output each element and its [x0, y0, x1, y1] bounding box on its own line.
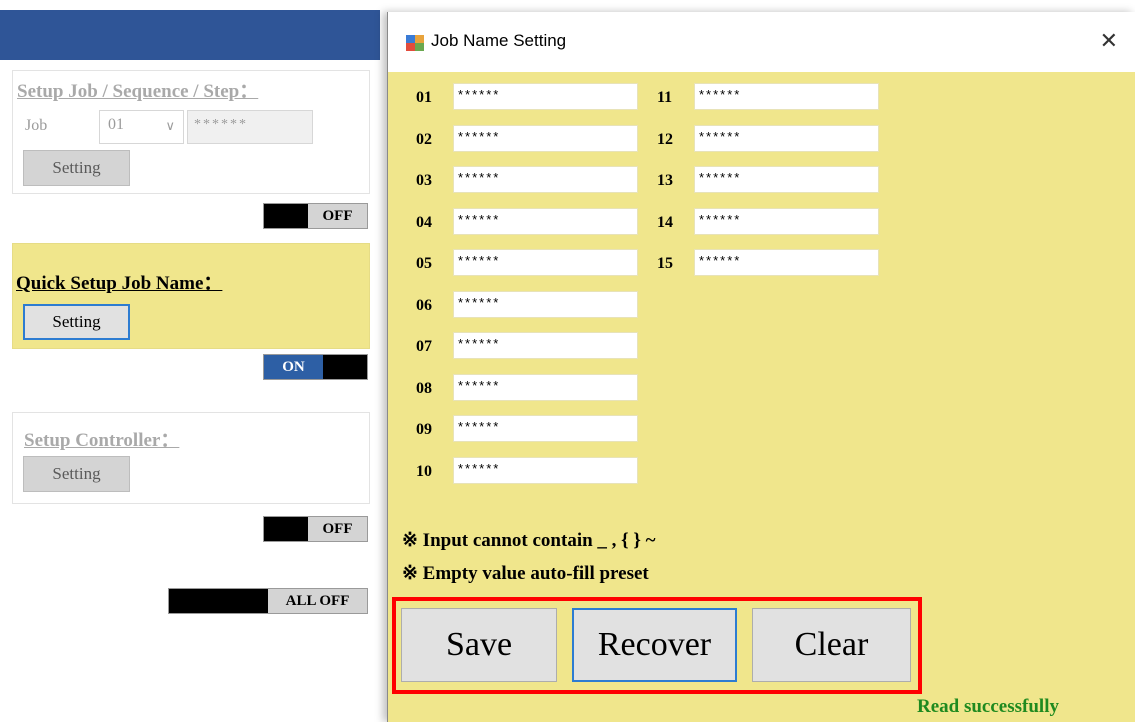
setup-job-setting-button[interactable]: Setting — [23, 150, 130, 186]
quick-setup-toggle[interactable]: ON — [263, 354, 368, 380]
job-number-label: 06 — [416, 296, 432, 314]
save-button[interactable]: Save — [401, 608, 557, 682]
job-name-input[interactable]: ****** — [694, 166, 879, 193]
dialog-title: Job Name Setting — [431, 31, 567, 50]
toggle-label: ON — [264, 355, 323, 379]
job-number-label: 15 — [657, 255, 673, 272]
job-number-label: 07 — [416, 338, 432, 355]
job-number-label: 08 — [416, 379, 432, 397]
toggle-knob — [264, 517, 308, 541]
job-name-input[interactable]: ****** — [694, 249, 879, 276]
dialog-titlebar: Job Name Setting ✕ — [388, 12, 1135, 72]
job-number-label: 01 — [416, 89, 432, 106]
job-name-input[interactable]: ****** — [453, 290, 638, 318]
job-number-label: 09 — [416, 421, 432, 438]
job-select[interactable]: 01 ∨ — [99, 110, 184, 144]
job-number-label: 14 — [657, 213, 673, 231]
setup-job-title: Setup Job / Sequence / Step： — [17, 81, 259, 102]
chevron-down-icon: ∨ — [165, 118, 175, 133]
close-icon[interactable]: ✕ — [1100, 28, 1118, 54]
job-name-field[interactable]: ****** — [187, 110, 313, 144]
job-name-input[interactable]: ****** — [694, 83, 879, 110]
quick-setup-title: Quick Setup Job Name： — [16, 273, 223, 294]
autofill-note: ※ Empty value auto-fill preset — [402, 563, 649, 584]
job-name-input[interactable]: ****** — [453, 249, 638, 276]
input-rule-note: ※ Input cannot contain _ , { } ~ — [402, 530, 656, 551]
job-name-input[interactable]: ****** — [694, 124, 879, 152]
job-select-value: 01 — [108, 116, 124, 133]
job-number-label: 02 — [416, 130, 432, 148]
job-label: Job — [25, 117, 48, 134]
recover-button[interactable]: Recover — [572, 608, 737, 682]
toggle-knob — [264, 204, 308, 228]
job-name-input[interactable]: ****** — [453, 415, 638, 442]
job-name-input[interactable]: ****** — [453, 83, 638, 110]
status-message: Read successfully — [917, 696, 1059, 717]
toggle-label: ALL OFF — [268, 589, 367, 613]
quick-setup-setting-button[interactable]: Setting — [23, 304, 130, 340]
job-name-input[interactable]: ****** — [453, 207, 638, 235]
toggle-label: OFF — [308, 517, 367, 541]
job-name-input[interactable]: ****** — [453, 166, 638, 193]
job-number-label: 11 — [657, 89, 673, 106]
job-number-label: 05 — [416, 255, 432, 272]
job-number-label: 10 — [416, 462, 432, 480]
toggle-knob — [169, 589, 268, 613]
job-name-input[interactable]: ****** — [694, 207, 879, 235]
setup-job-toggle[interactable]: OFF — [263, 203, 368, 229]
setup-controller-title: Setup Controller： — [24, 430, 180, 451]
main-window-titlebar — [0, 10, 380, 60]
app-icon — [406, 35, 424, 51]
job-number-label: 12 — [657, 130, 673, 148]
job-name-input[interactable]: ****** — [453, 124, 638, 152]
setup-controller-toggle[interactable]: OFF — [263, 516, 368, 542]
all-off-toggle[interactable]: ALL OFF — [168, 588, 368, 614]
job-name-input[interactable]: ****** — [453, 332, 638, 359]
job-name-input[interactable]: ****** — [453, 373, 638, 401]
job-name-input[interactable]: ****** — [453, 456, 638, 484]
clear-button[interactable]: Clear — [752, 608, 911, 682]
job-number-label: 04 — [416, 213, 432, 231]
job-number-label: 03 — [416, 172, 432, 189]
setup-controller-setting-button[interactable]: Setting — [23, 456, 130, 492]
toggle-knob — [323, 355, 367, 379]
job-number-label: 13 — [657, 172, 673, 189]
toggle-label: OFF — [308, 204, 367, 228]
